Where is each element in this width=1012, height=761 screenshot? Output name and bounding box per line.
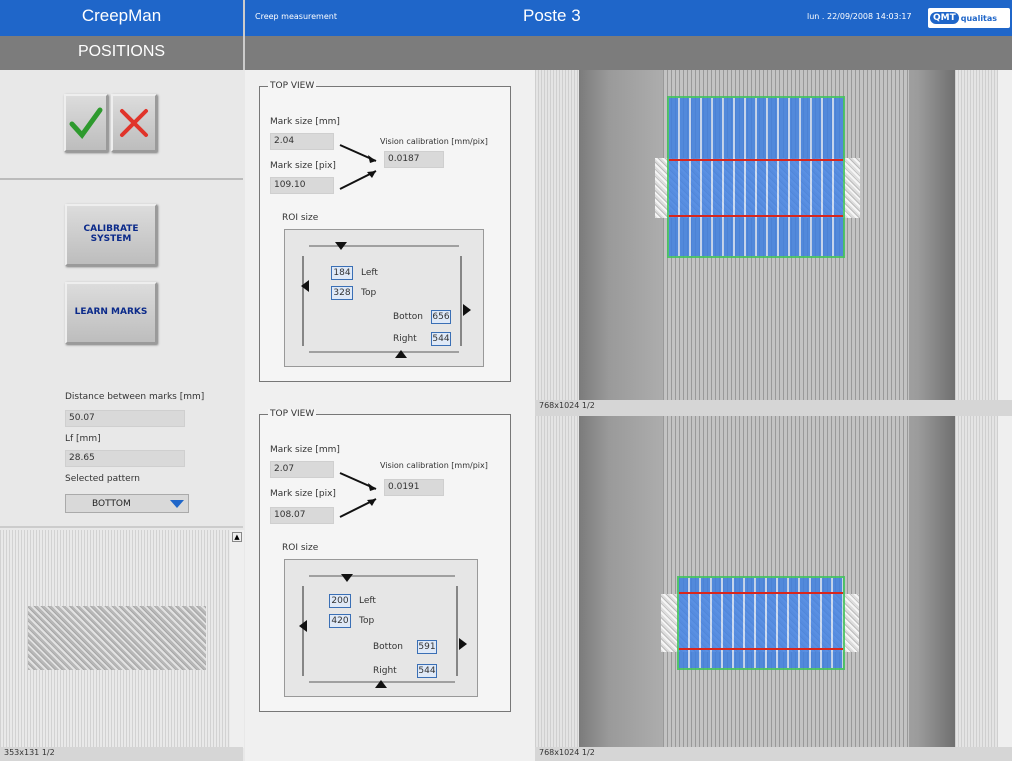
roi-overlay bbox=[677, 576, 845, 670]
mark-size-pix-label: Mark size [pix] bbox=[270, 489, 336, 499]
mark-size-pix-field: 109.10 bbox=[270, 177, 334, 194]
subheader-left: POSITIONS bbox=[0, 36, 243, 70]
group-legend: TOP VIEW bbox=[268, 409, 317, 419]
pattern-select[interactable]: BOTTOM bbox=[65, 494, 189, 513]
dropdown-arrow-icon bbox=[170, 499, 184, 508]
roi-left-label: Left bbox=[361, 268, 378, 278]
check-icon bbox=[69, 107, 103, 139]
pattern-label: Selected pattern bbox=[65, 474, 140, 484]
roi-bottom-input[interactable]: 591 bbox=[417, 640, 437, 654]
roi-top-label: Top bbox=[361, 288, 377, 298]
roi-diagram-icon bbox=[301, 242, 471, 358]
mark-line-top bbox=[679, 592, 843, 594]
left-panel: CALIBRATE SYSTEM LEARN MARKS Distance be… bbox=[0, 70, 244, 761]
top-view-group-1: TOP VIEW Mark size [mm] 2.04 Mark size [… bbox=[259, 81, 511, 382]
roi-size-label: ROI size bbox=[282, 213, 319, 223]
thumbnail-status: 353x131 1/2 bbox=[0, 747, 243, 761]
roi-right-label: Right bbox=[373, 666, 397, 676]
mark-size-pix-label: Mark size [pix] bbox=[270, 161, 336, 171]
scroll-arrow-icon[interactable]: ▲ bbox=[232, 532, 242, 542]
roi-overlay bbox=[667, 96, 845, 258]
roi-bottom-input[interactable]: 656 bbox=[431, 310, 451, 324]
calibration-arrows-icon bbox=[339, 144, 377, 190]
roi-top-input[interactable]: 328 bbox=[331, 286, 353, 300]
roi-top-input[interactable]: 420 bbox=[329, 614, 351, 628]
camera-1-scrollbar[interactable] bbox=[998, 70, 1012, 400]
thumbnail-scrollbar[interactable]: ▲ bbox=[230, 530, 244, 748]
mark-line-top bbox=[669, 159, 843, 161]
distance-label: Distance between marks [mm] bbox=[65, 392, 205, 402]
roi-right-input[interactable]: 544 bbox=[431, 332, 451, 346]
roi-right-input[interactable]: 544 bbox=[417, 664, 437, 678]
roi-top-label: Top bbox=[359, 616, 375, 626]
page-title: POSITIONS bbox=[77, 43, 166, 60]
roi-diagram-icon bbox=[299, 574, 467, 688]
group-legend: TOP VIEW bbox=[268, 81, 317, 91]
calibration-field: 0.0187 bbox=[384, 151, 444, 168]
subheader-right bbox=[245, 36, 1012, 70]
calibration-arrows-icon bbox=[339, 472, 377, 518]
roi-left-input[interactable]: 184 bbox=[331, 266, 353, 280]
header-right: Creep measurement Poste 3 lun . 22/09/20… bbox=[245, 0, 1012, 36]
ok-button[interactable] bbox=[64, 94, 108, 152]
cross-icon bbox=[120, 109, 148, 137]
company-logo: QMT qualitas bbox=[928, 8, 1010, 28]
lf-field: 28.65 bbox=[65, 450, 185, 467]
learn-marks-button[interactable]: LEARN MARKS bbox=[65, 282, 157, 344]
calibration-label: Vision calibration [mm/pix] bbox=[380, 137, 488, 146]
roi-size-box: 184 Left 328 Top Botton 656 Right 544 bbox=[284, 229, 484, 367]
camera-2-scrollbar[interactable] bbox=[998, 416, 1012, 747]
sample-thumbnail bbox=[28, 606, 206, 670]
roi-size-label: ROI size bbox=[282, 543, 319, 553]
mark-size-mm-field: 2.04 bbox=[270, 133, 334, 150]
calibration-field: 0.0191 bbox=[384, 479, 444, 496]
camera-1-status: 768x1024 1/2 bbox=[535, 400, 1012, 416]
mark-line-bottom bbox=[679, 648, 843, 650]
section-title: Creep measurement bbox=[255, 12, 337, 21]
app-title: CreepMan bbox=[81, 6, 162, 25]
separator bbox=[0, 178, 243, 180]
mark-size-mm-field: 2.07 bbox=[270, 461, 334, 478]
logo-text: qualitas bbox=[960, 13, 998, 23]
camera-view-2[interactable] bbox=[535, 416, 998, 747]
separator-2 bbox=[0, 526, 243, 528]
roi-left-label: Left bbox=[359, 596, 376, 606]
roi-right-label: Right bbox=[393, 334, 417, 344]
calibrate-system-button[interactable]: CALIBRATE SYSTEM bbox=[65, 204, 157, 266]
station-title: Poste 3 bbox=[523, 6, 581, 25]
mark-size-pix-field: 108.07 bbox=[270, 507, 334, 524]
header-left: CreepMan bbox=[0, 0, 243, 36]
pattern-value: BOTTOM bbox=[92, 498, 131, 509]
logo-mark: QMT bbox=[930, 12, 959, 24]
roi-left-input[interactable]: 200 bbox=[329, 594, 351, 608]
camera-view-1[interactable] bbox=[535, 70, 998, 400]
lf-label: Lf [mm] bbox=[65, 434, 101, 444]
roi-bottom-label: Botton bbox=[373, 642, 403, 652]
calibration-label: Vision calibration [mm/pix] bbox=[380, 461, 488, 470]
top-view-group-2: TOP VIEW Mark size [mm] 2.07 Mark size [… bbox=[259, 409, 511, 712]
cancel-button[interactable] bbox=[111, 94, 157, 152]
mark-line-bottom bbox=[669, 215, 843, 217]
roi-size-box: 200 Left 420 Top Botton 591 Right 544 bbox=[284, 559, 478, 697]
mark-size-mm-label: Mark size [mm] bbox=[270, 445, 340, 455]
distance-field: 50.07 bbox=[65, 410, 185, 427]
thumbnail-viewer[interactable] bbox=[0, 530, 230, 748]
mark-size-mm-label: Mark size [mm] bbox=[270, 117, 340, 127]
datetime: lun . 22/09/2008 14:03:17 bbox=[807, 12, 912, 21]
camera-2-status: 768x1024 1/2 bbox=[535, 747, 1012, 761]
roi-bottom-label: Botton bbox=[393, 312, 423, 322]
